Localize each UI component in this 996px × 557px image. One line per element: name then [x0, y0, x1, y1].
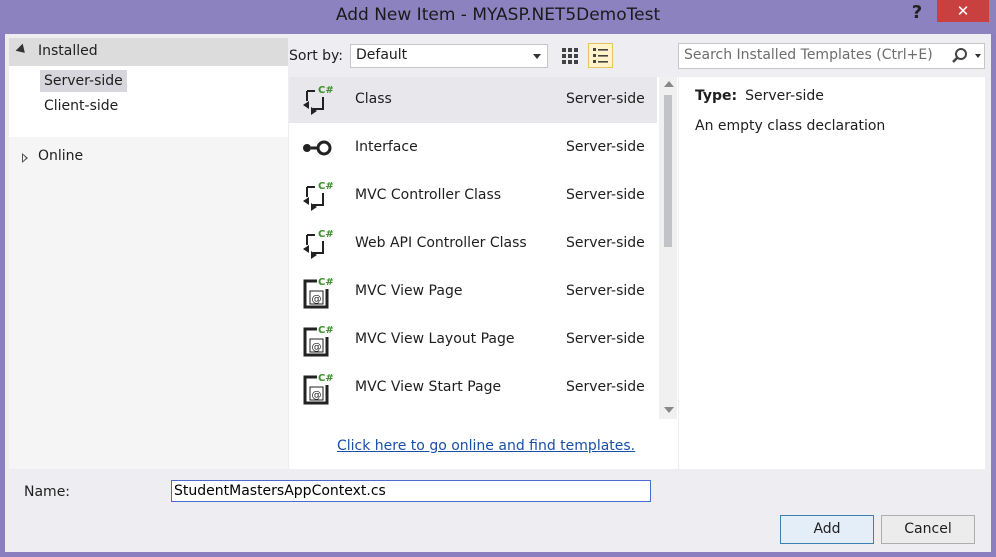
svg-text:C#: C#: [318, 181, 333, 192]
razor-page-icon: C# @: [299, 275, 334, 309]
search-icon[interactable]: [951, 47, 969, 65]
search-templates-box[interactable]: Search Installed Templates (Ctrl+E): [678, 43, 985, 69]
list-view-icon: [593, 48, 608, 63]
template-category: Server-side: [566, 331, 645, 347]
csharp-class-icon: C#: [299, 83, 334, 117]
template-category: Server-side: [566, 283, 645, 299]
list-view-button[interactable]: [588, 43, 613, 68]
csharp-class-icon: C#: [299, 179, 334, 213]
search-input[interactable]: Search Installed Templates (Ctrl+E): [684, 47, 933, 63]
svg-text:@: @: [312, 390, 322, 401]
sort-by-label: Sort by:: [289, 48, 344, 64]
template-name: MVC Controller Class: [355, 187, 502, 203]
tree-item-client-side[interactable]: Client-side: [40, 95, 122, 117]
template-name: Class: [355, 91, 392, 107]
template-name: Web API Controller Class: [355, 235, 527, 251]
template-category: Server-side: [566, 91, 645, 107]
scroll-thumb[interactable]: [664, 95, 672, 247]
csharp-class-icon: C#: [299, 227, 334, 261]
expanded-arrow-icon[interactable]: [15, 43, 29, 57]
close-button[interactable]: ✕: [937, 0, 989, 22]
vertical-scrollbar[interactable]: [659, 77, 677, 419]
dialog-window: Add New Item - MYASP.NET5DemoTest ? ✕ In…: [0, 0, 996, 557]
dialog-body: Installed Server-side Client-side Online…: [5, 34, 991, 552]
tree-node-online[interactable]: Online: [9, 146, 288, 170]
template-category: Server-side: [566, 235, 645, 251]
template-description: An empty class declaration: [695, 118, 886, 134]
template-category: Server-side: [566, 187, 645, 203]
template-row[interactable]: C# MVC Controller Class Server-side: [289, 173, 657, 219]
tree-children: Server-side Client-side: [9, 66, 288, 137]
file-name-input[interactable]: [171, 480, 651, 502]
svg-text:C#: C#: [318, 277, 333, 288]
template-row[interactable]: Interface Server-side: [289, 125, 657, 171]
name-label: Name:: [24, 484, 71, 500]
tree-node-label: Installed: [38, 43, 98, 59]
template-name: Interface: [355, 139, 418, 155]
name-and-actions: Name: Add Cancel: [5, 470, 991, 552]
svg-text:C#: C#: [318, 85, 333, 96]
help-button[interactable]: ?: [905, 1, 929, 27]
template-row[interactable]: C# Web API Controller Class Server-side: [289, 221, 657, 267]
svg-text:C#: C#: [318, 229, 333, 240]
cancel-button[interactable]: Cancel: [881, 515, 975, 544]
svg-text:@: @: [312, 294, 322, 305]
template-row[interactable]: C# @ MVC View Start Page Server-side: [289, 365, 657, 411]
template-type: Type: Server-side: [695, 88, 824, 104]
dialog-title: Add New Item - MYASP.NET5DemoTest: [335, 5, 661, 25]
chevron-down-icon: [533, 54, 541, 59]
small-icons-view-button[interactable]: [558, 44, 582, 68]
svg-text:C#: C#: [318, 373, 333, 384]
razor-page-icon: C# @: [299, 371, 334, 405]
type-value: Server-side: [745, 88, 824, 104]
svg-text:@: @: [312, 342, 322, 353]
tree-node-installed[interactable]: Installed: [9, 38, 288, 66]
template-name: MVC View Page: [355, 283, 463, 299]
template-name: MVC View Layout Page: [355, 331, 515, 347]
template-name: MVC View Start Page: [355, 379, 502, 395]
search-options-chevron-icon[interactable]: [975, 54, 981, 58]
template-details-panel: Type: Server-side An empty class declarat…: [679, 77, 985, 469]
scroll-down-arrow-icon[interactable]: [664, 407, 674, 413]
scroll-up-arrow-icon[interactable]: [664, 81, 674, 87]
tree-node-label: Online: [38, 148, 84, 164]
template-category: Server-side: [566, 379, 645, 395]
sort-by-value: Default: [356, 47, 408, 63]
template-category: Server-side: [566, 139, 645, 155]
collapsed-arrow-icon[interactable]: [22, 153, 28, 163]
title-bar: Add New Item - MYASP.NET5DemoTest ? ✕: [0, 0, 996, 34]
grid-view-icon: [562, 48, 578, 64]
interface-icon: [299, 131, 333, 165]
template-row[interactable]: C# Class Server-side: [289, 77, 657, 123]
type-label: Type:: [695, 88, 738, 104]
template-row[interactable]: C# @ MVC View Page Server-side: [289, 269, 657, 315]
template-row[interactable]: C# @ MVC View Layout Page Server-side: [289, 317, 657, 363]
templates-list: C# Class Server-side Interface Server-side C#…: [289, 77, 678, 469]
sort-by-dropdown[interactable]: Default: [350, 44, 548, 68]
razor-page-icon: C# @: [299, 323, 334, 357]
add-button[interactable]: Add: [780, 515, 874, 544]
category-tree: Installed Server-side Client-side Online: [9, 38, 288, 469]
svg-text:C#: C#: [318, 325, 333, 336]
find-templates-online-link[interactable]: Click here to go online and find templat…: [337, 438, 635, 454]
tree-item-server-side[interactable]: Server-side: [40, 70, 127, 92]
